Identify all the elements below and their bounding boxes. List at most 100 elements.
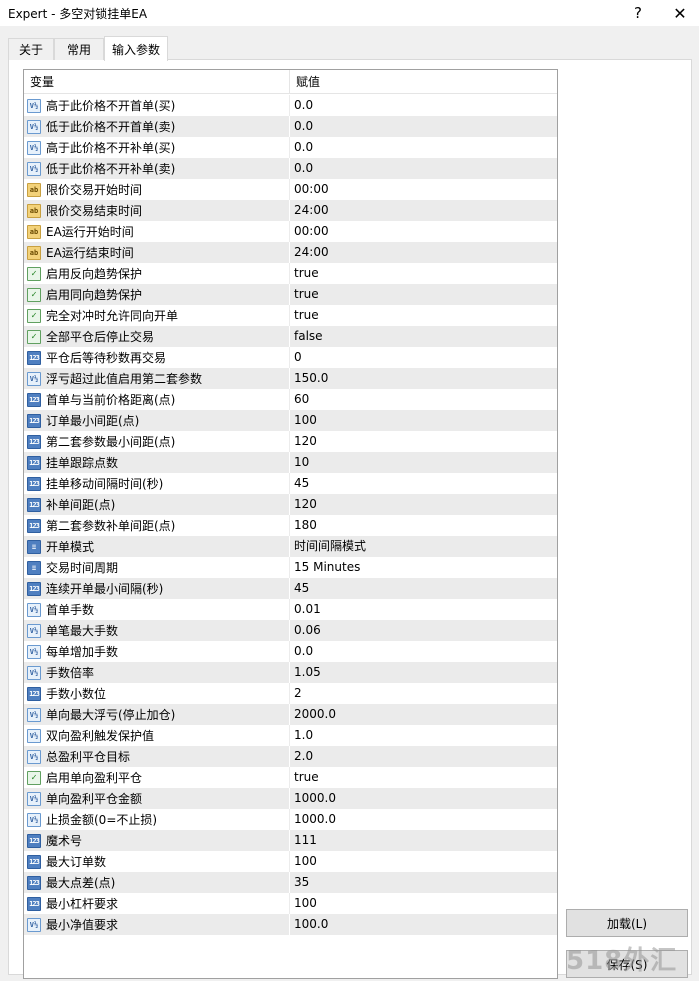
value-cell[interactable]: true: [294, 284, 319, 305]
value-cell[interactable]: 0.0: [294, 641, 313, 662]
value-cell[interactable]: 45: [294, 578, 309, 599]
value-cell[interactable]: 24:00: [294, 242, 329, 263]
variable-cell: V½ 最小净值要求: [24, 914, 290, 935]
table-row[interactable]: V½ 低于此价格不开补单(卖) 0.0: [24, 158, 557, 179]
close-button[interactable]: ✕: [660, 0, 699, 26]
value-cell[interactable]: 100: [294, 851, 317, 872]
value-cell[interactable]: 120: [294, 431, 317, 452]
column-header-value[interactable]: 赋值: [290, 70, 557, 94]
table-row[interactable]: 123 手数小数位 2: [24, 683, 557, 704]
value-cell[interactable]: 0.01: [294, 599, 321, 620]
table-row[interactable]: V½ 止损金额(0=不止损) 1000.0: [24, 809, 557, 830]
table-row[interactable]: V½ 手数倍率 1.05: [24, 662, 557, 683]
variable-name: 手数倍率: [46, 666, 95, 680]
parameter-list[interactable]: 变量 赋值 V½ 高于此价格不开首单(买) 0.0 V½ 低于此价格不开首单(卖) 0.0…: [23, 69, 558, 979]
value-cell[interactable]: 60: [294, 389, 309, 410]
table-row[interactable]: ab 限价交易结束时间 24:00: [24, 200, 557, 221]
load-button[interactable]: 加载(L): [566, 909, 688, 937]
value-cell[interactable]: 2: [294, 683, 302, 704]
table-row[interactable]: ✓ 完全对冲时允许同向开单 true: [24, 305, 557, 326]
value-cell[interactable]: 1000.0: [294, 788, 336, 809]
table-row[interactable]: V½ 首单手数 0.01: [24, 599, 557, 620]
table-row[interactable]: ab EA运行开始时间 00:00: [24, 221, 557, 242]
table-row[interactable]: ✓ 启用反向趋势保护 true: [24, 263, 557, 284]
table-row[interactable]: V½ 单向最大浮亏(停止加仓) 2000.0: [24, 704, 557, 725]
value-cell[interactable]: 2000.0: [294, 704, 336, 725]
value-cell[interactable]: 1.05: [294, 662, 321, 683]
tab-about[interactable]: 关于: [8, 38, 54, 60]
table-row[interactable]: 123 第二套参数补单间距(点) 180: [24, 515, 557, 536]
table-row[interactable]: V½ 浮亏超过此值启用第二套参数 150.0: [24, 368, 557, 389]
table-row[interactable]: ≡ 开单模式 时间间隔模式: [24, 536, 557, 557]
value-cell[interactable]: 180: [294, 515, 317, 536]
value-cell[interactable]: true: [294, 767, 319, 788]
value-cell[interactable]: 0: [294, 347, 302, 368]
table-row[interactable]: 123 挂单跟踪点数 10: [24, 452, 557, 473]
tab-common[interactable]: 常用: [54, 38, 104, 60]
value-cell[interactable]: 1.0: [294, 725, 313, 746]
table-row[interactable]: V½ 高于此价格不开补单(买) 0.0: [24, 137, 557, 158]
value-cell[interactable]: 时间间隔模式: [294, 536, 366, 557]
table-row[interactable]: ✓ 启用同向趋势保护 true: [24, 284, 557, 305]
table-row[interactable]: 123 最小杠杆要求 100: [24, 893, 557, 914]
table-row[interactable]: 123 订单最小间距(点) 100: [24, 410, 557, 431]
variable-cell: V½ 低于此价格不开首单(卖): [24, 116, 290, 137]
value-cell[interactable]: 2.0: [294, 746, 313, 767]
table-row[interactable]: 123 挂单移动间隔时间(秒) 45: [24, 473, 557, 494]
table-row[interactable]: ab EA运行结束时间 24:00: [24, 242, 557, 263]
table-row[interactable]: ab 限价交易开始时间 00:00: [24, 179, 557, 200]
table-row[interactable]: 123 平仓后等待秒数再交易 0: [24, 347, 557, 368]
variable-name: 交易时间周期: [46, 561, 119, 575]
value-cell[interactable]: 100: [294, 410, 317, 431]
value-cell[interactable]: 45: [294, 473, 309, 494]
help-button[interactable]: ?: [618, 0, 658, 26]
value-cell[interactable]: 0.0: [294, 95, 313, 116]
table-row[interactable]: V½ 双向盈利触发保护值 1.0: [24, 725, 557, 746]
value-cell[interactable]: 00:00: [294, 179, 329, 200]
table-row[interactable]: 123 第二套参数最小间距(点) 120: [24, 431, 557, 452]
table-row[interactable]: 123 最大点差(点) 35: [24, 872, 557, 893]
value-cell[interactable]: 100.0: [294, 914, 328, 935]
table-row[interactable]: ≡ 交易时间周期 15 Minutes: [24, 557, 557, 578]
value-cell[interactable]: 0.0: [294, 116, 313, 137]
value-cell[interactable]: 0.06: [294, 620, 321, 641]
table-row[interactable]: V½ 每单增加手数 0.0: [24, 641, 557, 662]
table-row[interactable]: 123 连续开单最小间隔(秒) 45: [24, 578, 557, 599]
value-cell[interactable]: 111: [294, 830, 317, 851]
value-cell[interactable]: 10: [294, 452, 309, 473]
value-cell[interactable]: 1000.0: [294, 809, 336, 830]
list-header: 变量 赋值: [24, 70, 557, 94]
value-cell[interactable]: true: [294, 305, 319, 326]
table-row[interactable]: V½ 低于此价格不开首单(卖) 0.0: [24, 116, 557, 137]
value-cell[interactable]: 150.0: [294, 368, 328, 389]
value-cell[interactable]: true: [294, 263, 319, 284]
value-cell[interactable]: 0.0: [294, 137, 313, 158]
value-cell[interactable]: 15 Minutes: [294, 557, 360, 578]
table-row[interactable]: 123 首单与当前价格距离(点) 60: [24, 389, 557, 410]
value-cell[interactable]: 24:00: [294, 200, 329, 221]
variable-cell: V½ 首单手数: [24, 599, 290, 620]
table-row[interactable]: 123 魔术号 111: [24, 830, 557, 851]
variable-name: 第二套参数最小间距(点): [46, 435, 176, 449]
save-button[interactable]: 保存(S): [566, 950, 688, 978]
value-cell[interactable]: 35: [294, 872, 309, 893]
value-cell[interactable]: 00:00: [294, 221, 329, 242]
value-cell[interactable]: 0.0: [294, 158, 313, 179]
table-row[interactable]: V½ 总盈利平仓目标 2.0: [24, 746, 557, 767]
value-cell[interactable]: 120: [294, 494, 317, 515]
table-row[interactable]: V½ 单向盈利平仓金额 1000.0: [24, 788, 557, 809]
table-row[interactable]: ✓ 启用单向盈利平仓 true: [24, 767, 557, 788]
value-cell[interactable]: false: [294, 326, 323, 347]
table-row[interactable]: 123 最大订单数 100: [24, 851, 557, 872]
variable-cell: ab EA运行开始时间: [24, 221, 290, 242]
value-cell[interactable]: 100: [294, 893, 317, 914]
table-row[interactable]: V½ 高于此价格不开首单(买) 0.0: [24, 95, 557, 116]
integer-type-icon: 123: [27, 476, 41, 491]
table-row[interactable]: 123 补单间距(点) 120: [24, 494, 557, 515]
table-row[interactable]: V½ 最小净值要求 100.0: [24, 914, 557, 935]
variable-cell: V½ 高于此价格不开补单(买): [24, 137, 290, 158]
table-row[interactable]: V½ 单笔最大手数 0.06: [24, 620, 557, 641]
column-header-variable[interactable]: 变量: [24, 70, 290, 94]
tab-inputs[interactable]: 输入参数: [104, 36, 168, 61]
table-row[interactable]: ✓ 全部平仓后停止交易 false: [24, 326, 557, 347]
